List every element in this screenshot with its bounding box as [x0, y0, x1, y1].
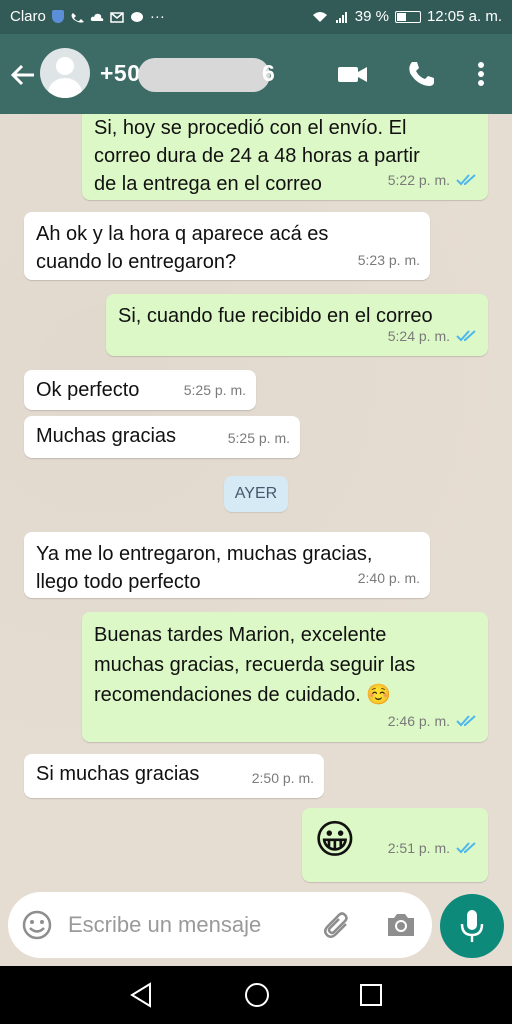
message-bubble-incoming[interactable]: Ah ok y la hora q aparece acá es cuando …: [24, 212, 430, 280]
contact-name[interactable]: +50: [100, 60, 141, 87]
read-receipt-icon: [456, 174, 476, 186]
wifi-icon: [312, 11, 327, 22]
date-separator: AYER: [224, 476, 288, 512]
more-notifications-icon: ···: [149, 8, 165, 25]
read-receipt-icon: [456, 330, 476, 342]
message-time: 5:24 p. m.: [387, 328, 450, 344]
back-arrow-icon[interactable]: [8, 60, 38, 90]
chat-header: +50 6: [0, 34, 512, 114]
clock: 12:05 a. m.: [426, 8, 502, 25]
camera-icon[interactable]: [384, 910, 418, 940]
message-time: 2:40 p. m.: [357, 570, 420, 586]
message-bubble-outgoing[interactable]: Buenas tardes Marion, excelente muchas g…: [82, 612, 488, 742]
more-vertical-icon[interactable]: [464, 58, 498, 90]
message-time: 2:51 p. m.: [387, 840, 450, 856]
read-receipt-icon: [456, 842, 476, 854]
message-time: 5:22 p. m.: [387, 172, 450, 188]
phone-icon[interactable]: [404, 58, 438, 90]
contact-name-suffix: 6: [262, 60, 275, 86]
status-bar: Claro ··· 39 % 12:05 a. m.: [0, 0, 512, 34]
message-text: Si, hoy se procedió con el envío. El: [94, 117, 407, 139]
message-composer[interactable]: Escribe un mensaje: [8, 892, 432, 958]
message-bubble-outgoing[interactable]: Si, cuando fue recibido en el correo 5:2…: [106, 294, 488, 356]
message-input[interactable]: Escribe un mensaje: [68, 912, 261, 938]
message-time: 5:23 p. m.: [357, 252, 420, 268]
message-list[interactable]: Si, hoy se procedió con el envío. El cor…: [0, 114, 512, 966]
shield-icon: [51, 10, 64, 23]
message-bubble-incoming[interactable]: Muchas gracias 5:25 p. m.: [24, 416, 300, 458]
attach-icon[interactable]: [322, 910, 354, 942]
video-call-icon[interactable]: [336, 58, 370, 90]
message-time: 5:25 p. m.: [183, 382, 246, 398]
message-bubble-incoming[interactable]: Ok perfecto 5:25 p. m.: [24, 370, 256, 410]
message-bubble-outgoing[interactable]: 😀 2:51 p. m.: [302, 808, 488, 882]
nav-home-icon[interactable]: [242, 980, 272, 1010]
message-bubble-incoming[interactable]: Si muchas gracias 2:50 p. m.: [24, 754, 324, 798]
mail-icon: [110, 11, 124, 23]
message-icon: [130, 11, 143, 22]
microphone-icon: [460, 910, 484, 942]
wifi-call-icon: [71, 12, 84, 23]
system-navigation-bar: [0, 966, 512, 1024]
battery-icon: [394, 10, 421, 23]
message-bubble-incoming[interactable]: Ya me lo entregaron, muchas gracias, lle…: [24, 532, 430, 598]
cloud-icon: [90, 13, 104, 21]
message-time: 2:50 p. m.: [251, 770, 314, 786]
read-receipt-icon: [456, 715, 476, 727]
voice-message-button[interactable]: [440, 894, 504, 958]
carrier-label: Claro: [10, 8, 46, 25]
emoji-icon[interactable]: [22, 910, 52, 940]
signal-icon: [335, 11, 347, 23]
message-text: muchas gracias, recuerda seguir las: [94, 654, 416, 676]
battery-percent: 39 %: [354, 8, 389, 25]
message-time: 2:46 p. m.: [387, 713, 450, 729]
redacted-contact-number: [138, 58, 270, 92]
message-text: Ah ok y la hora q aparece acá es: [36, 223, 329, 245]
nav-back-icon[interactable]: [126, 980, 156, 1010]
message-text: Buenas tardes Marion, excelente: [94, 624, 387, 646]
avatar[interactable]: [40, 48, 90, 98]
message-time: 5:25 p. m.: [227, 430, 290, 446]
message-bubble-outgoing[interactable]: Si, hoy se procedió con el envío. El cor…: [82, 114, 488, 200]
nav-recents-icon[interactable]: [356, 980, 386, 1010]
